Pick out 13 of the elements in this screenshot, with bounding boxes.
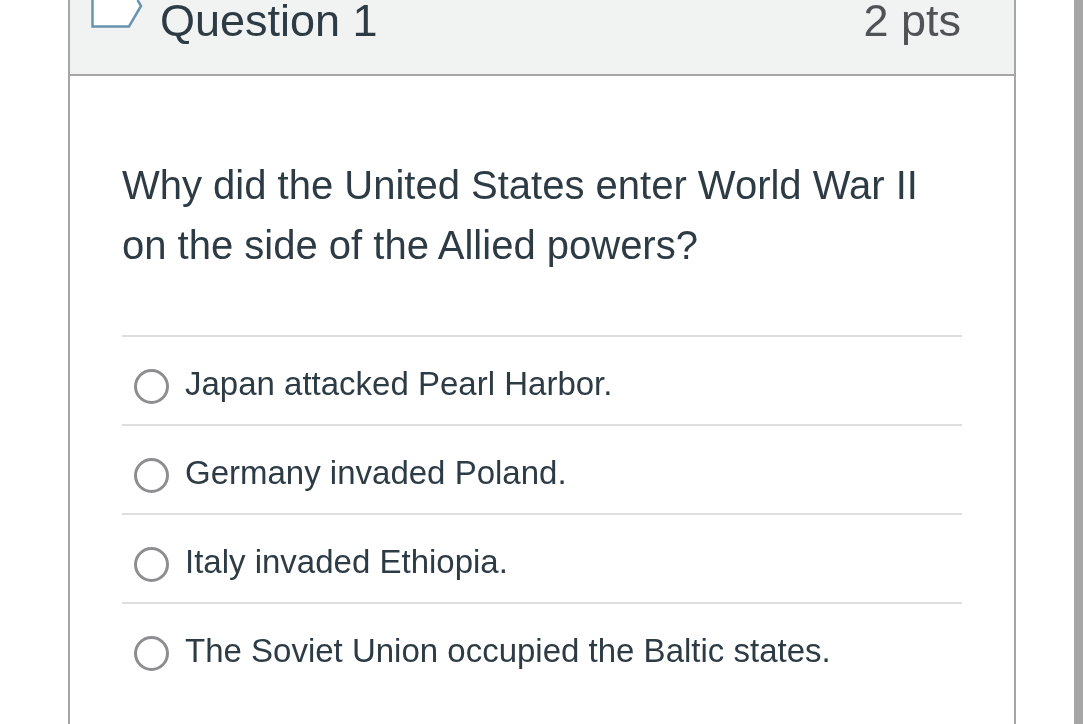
radio-button[interactable]: [134, 369, 169, 404]
question-title: Question 1: [160, 0, 378, 48]
radio-button[interactable]: [134, 636, 169, 671]
question-text: Why did the United States enter World War II on the side of the Allied powers?: [122, 162, 919, 269]
answer-label[interactable]: Germany invaded Poland.: [185, 452, 567, 493]
radio-button[interactable]: [134, 458, 169, 493]
answer-label[interactable]: Japan attacked Pearl Harbor.: [185, 363, 613, 404]
flag-icon[interactable]: [91, 0, 143, 28]
question-points: 2 pts: [863, 0, 961, 48]
radio-button[interactable]: [134, 547, 169, 582]
answer-label[interactable]: Italy invaded Ethiopia.: [185, 541, 508, 582]
scrollbar[interactable]: [1074, 0, 1083, 724]
answer-label[interactable]: The Soviet Union occupied the Baltic states.: [185, 630, 831, 671]
